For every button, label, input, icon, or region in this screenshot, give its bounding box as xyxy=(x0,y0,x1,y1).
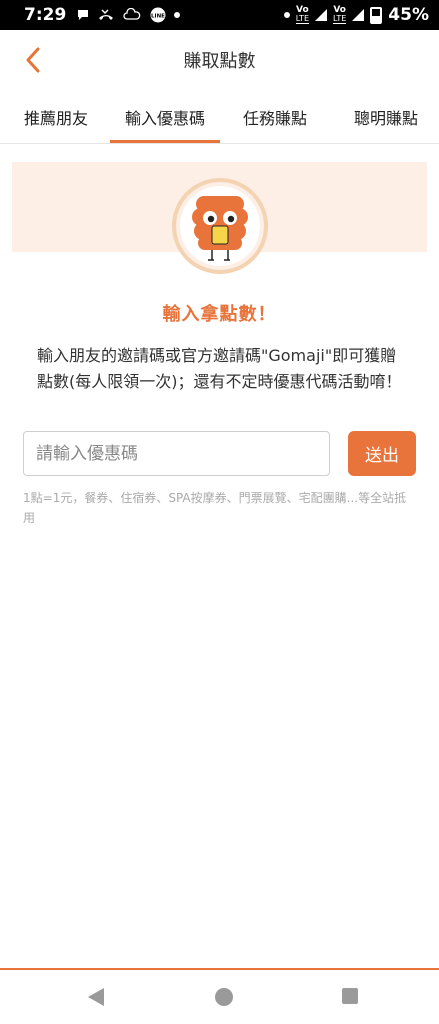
android-nav-bar xyxy=(0,970,439,1024)
description-text: 輸入朋友的邀請碼或官方邀請碼"Gomaji"即可獲贈點數(每人限領一次)；還有不… xyxy=(37,346,402,391)
chat-bubble-icon xyxy=(78,10,89,20)
system-icons: Vo LTE Vo LTE 45% xyxy=(283,5,429,25)
status-time: 7:29 xyxy=(24,5,67,25)
points-note: 1點=1元，餐券、住宿券、SPA按摩券、門票展覽、宅配團購...等全站抵用 xyxy=(23,491,407,525)
volte-indicator: Vo LTE xyxy=(333,5,347,24)
notification-icons: LINE xyxy=(76,7,181,23)
tab-task-points[interactable]: 任務賺點 xyxy=(236,90,314,143)
dot-icon xyxy=(174,12,181,18)
promo-code-input[interactable] xyxy=(23,431,330,476)
tab-refer-friends[interactable]: 推薦朋友 xyxy=(14,90,98,143)
gomaji-cloud-icon xyxy=(123,8,141,20)
line-app-icon: LINE xyxy=(150,7,166,23)
missed-call-icon xyxy=(99,9,114,20)
nav-home-icon[interactable] xyxy=(215,988,233,1006)
app-header: 賺取點數 xyxy=(0,30,439,90)
battery-percent: 45% xyxy=(388,5,429,25)
tab-bar: 推薦朋友 輸入優惠碼 任務賺點 聰明賺點 xyxy=(0,90,439,144)
svg-text:LINE: LINE xyxy=(151,14,165,20)
chevron-left-icon xyxy=(26,47,40,73)
dot-icon xyxy=(283,12,290,18)
battery-icon xyxy=(370,6,383,24)
page-title: 賺取點數 xyxy=(183,51,256,72)
back-button[interactable] xyxy=(18,44,48,76)
signal-icon xyxy=(352,9,365,21)
submit-button[interactable]: 送出 xyxy=(348,431,416,476)
signal-icon xyxy=(315,9,327,21)
nav-recents-icon[interactable] xyxy=(342,988,358,1004)
tab-enter-promo-code[interactable]: 輸入優惠碼 xyxy=(110,90,220,143)
status-bar: 7:29 LINE Vo LTE Vo LTE 45% xyxy=(0,0,439,30)
nav-back-icon[interactable] xyxy=(88,988,104,1006)
tab-smart-points[interactable]: 聰明賺點 xyxy=(346,90,426,143)
mascot-illustration xyxy=(172,178,268,274)
headline: 輸入拿點數！ xyxy=(162,304,277,325)
volte-indicator: Vo LTE xyxy=(295,5,309,24)
